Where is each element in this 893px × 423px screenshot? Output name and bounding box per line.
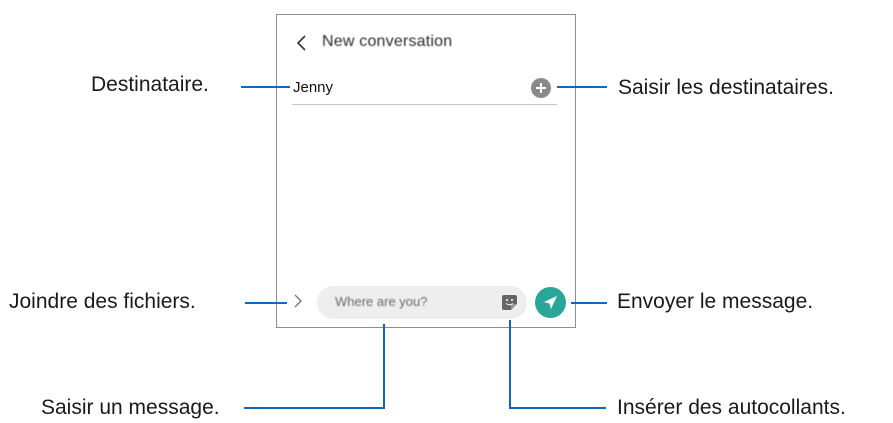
recipient-field[interactable]: Jenny [293,79,333,96]
callout-insert-stickers: Insérer des autocollants. [617,396,846,419]
callout-line-stickers-vertical [509,320,511,409]
callout-line-attach [245,302,287,304]
send-button[interactable] [535,287,566,318]
add-recipient-button[interactable] [531,78,551,98]
sticker-icon[interactable] [501,294,518,311]
callout-line-send [571,302,607,304]
callout-enter-message: Saisir un message. [41,396,220,419]
callout-recipient: Destinataire. [91,73,209,96]
callout-line-enter-recipients [557,86,607,88]
chevron-left-icon[interactable] [295,34,309,52]
callout-enter-recipients: Saisir les destinataires. [618,76,834,99]
callout-line-recipient [241,86,290,88]
phone-screen [276,14,576,328]
plus-circle-icon [536,83,546,93]
screen-title: New conversation [322,33,453,50]
recipient-divider [292,104,557,105]
callout-line-message-horizontal [244,407,385,409]
message-input[interactable]: Where are you? [317,286,527,319]
callout-attach-files: Joindre des fichiers. [9,290,196,313]
callout-line-stickers-horizontal [509,407,606,409]
send-arrow-icon [544,296,557,309]
callout-line-message-vertical [383,324,385,409]
callout-send-message: Envoyer le message. [617,290,814,313]
message-placeholder: Where are you? [335,294,428,309]
chevron-right-icon[interactable] [293,294,303,308]
